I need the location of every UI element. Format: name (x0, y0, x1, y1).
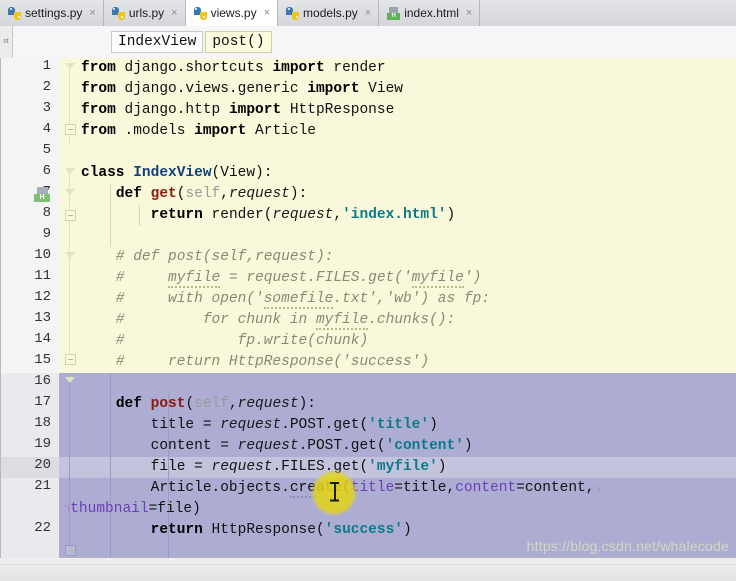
code-line-comment: # with open('somefile.txt','wb') as fp: (81, 291, 490, 309)
status-bar-divider (0, 564, 736, 565)
fold-arrow-icon[interactable] (65, 252, 76, 263)
close-icon[interactable]: × (466, 7, 472, 19)
fold-region-bar (69, 378, 70, 548)
code-line: from .models import Article (81, 123, 316, 139)
fold-collapse-icon[interactable] (65, 210, 76, 221)
tab-label: views.py (210, 6, 257, 20)
code-line: from django.shortcuts import render (81, 60, 386, 76)
left-tool-stripe[interactable]: st (0, 26, 13, 58)
code-line: return render(request,'index.html') (150, 207, 456, 223)
tab-label: settings.py (25, 6, 83, 20)
close-icon[interactable]: × (264, 7, 270, 19)
tab-label: index.html (404, 6, 459, 20)
line-number: 6 (42, 163, 51, 179)
html-template-marker-icon[interactable]: H (34, 187, 50, 202)
line-number: 20 (34, 457, 51, 473)
tab-label: urls.py (128, 6, 165, 20)
editor-tab-index-html[interactable]: H index.html × (379, 0, 481, 26)
code-folding-column[interactable] (59, 58, 81, 558)
fold-collapse-icon[interactable] (65, 545, 76, 556)
line-number: 5 (42, 142, 51, 158)
line-number: 18 (34, 415, 51, 431)
code-line-comment: # def post(self,request): (81, 249, 334, 265)
fold-arrow-icon[interactable] (65, 63, 76, 74)
python-file-icon (111, 6, 125, 20)
line-numbers: 1 2 3 4 5 6 7 8 9 10 11 12 13 14 15 16 1… (1, 58, 59, 558)
breadcrumb-bar: st IndexView post() (0, 26, 736, 59)
line-number: 2 (42, 79, 51, 95)
code-line-comment: # return HttpResponse('success') (81, 354, 430, 370)
html-file-icon: H (387, 6, 401, 20)
line-number: 8 (42, 205, 51, 221)
line-number: 9 (42, 226, 51, 242)
fold-arrow-icon[interactable] (65, 168, 76, 179)
python-file-icon (8, 6, 21, 20)
code-line-wrapped-continuation: ↰thumbnail=file) (63, 501, 201, 517)
pycharm-window: settings.py × urls.py × views.py × model… (0, 0, 736, 581)
code-line: def get(self,request): (115, 186, 308, 202)
code-line: from django.views.generic import View (81, 81, 403, 97)
line-number: 4 (42, 121, 51, 137)
marker-label: H (39, 194, 45, 201)
line-number: 15 (34, 352, 51, 368)
code-line: file = request.FILES.get('myfile') (81, 459, 447, 475)
line-number: 1 (42, 58, 51, 74)
line-number: 12 (34, 289, 51, 305)
tab-label: models.py (303, 6, 358, 20)
code-line: return HttpResponse('success') (150, 522, 412, 538)
editor-tab-models-py[interactable]: models.py × (278, 0, 380, 26)
status-bar (0, 557, 736, 581)
fold-collapse-icon[interactable] (65, 124, 76, 135)
editor-tab-views-py[interactable]: views.py × (185, 0, 279, 26)
code-line: from django.http import HttpResponse (81, 102, 395, 118)
line-number: 21 (34, 478, 51, 494)
code-line: title = request.POST.get('title') (81, 417, 438, 433)
python-file-icon (193, 6, 207, 20)
code-line-comment: # myfile = request.FILES.get('myfile') (81, 270, 482, 288)
line-number: 16 (34, 373, 51, 389)
code-line-comment: # fp.write(chunk) (81, 333, 369, 349)
code-line: content = request.POST.get('content') (81, 438, 473, 454)
code-text-area[interactable]: from django.shortcuts import render from… (63, 58, 736, 558)
code-line-comment: # for chunk in myfile.chunks(): (81, 312, 456, 330)
breadcrumb: IndexView post() (111, 31, 272, 53)
code-editor[interactable]: 1 2 3 4 5 6 7 8 9 10 11 12 13 14 15 16 1… (0, 58, 736, 558)
python-file-icon (286, 6, 300, 20)
line-number: 13 (34, 310, 51, 326)
fold-arrow-icon[interactable] (65, 377, 76, 388)
line-number: 3 (42, 100, 51, 116)
breadcrumb-item-method[interactable]: post() (205, 31, 272, 53)
close-icon[interactable]: × (171, 7, 177, 19)
fold-collapse-icon[interactable] (65, 354, 76, 365)
breadcrumb-item-class[interactable]: IndexView (111, 31, 204, 53)
editor-tab-bar: settings.py × urls.py × views.py × model… (0, 0, 736, 27)
line-number: 10 (34, 247, 51, 263)
code-line: def post(self,request): (115, 396, 316, 412)
editor-tab-urls-py[interactable]: urls.py × (103, 0, 186, 26)
line-number: 22 (34, 520, 51, 536)
line-number: 17 (34, 394, 51, 410)
code-line: class IndexView(View): (81, 165, 273, 181)
editor-tab-settings-py[interactable]: settings.py × (0, 0, 104, 26)
line-number: 14 (34, 331, 51, 347)
line-number: 11 (34, 268, 51, 284)
fold-arrow-icon[interactable] (65, 189, 76, 200)
line-number: 19 (34, 436, 51, 452)
code-line: Article.objects.create(title=title,conte… (81, 480, 602, 498)
tab-bar-empty-area (480, 0, 736, 26)
close-icon[interactable]: × (89, 7, 95, 19)
close-icon[interactable]: × (365, 7, 371, 19)
